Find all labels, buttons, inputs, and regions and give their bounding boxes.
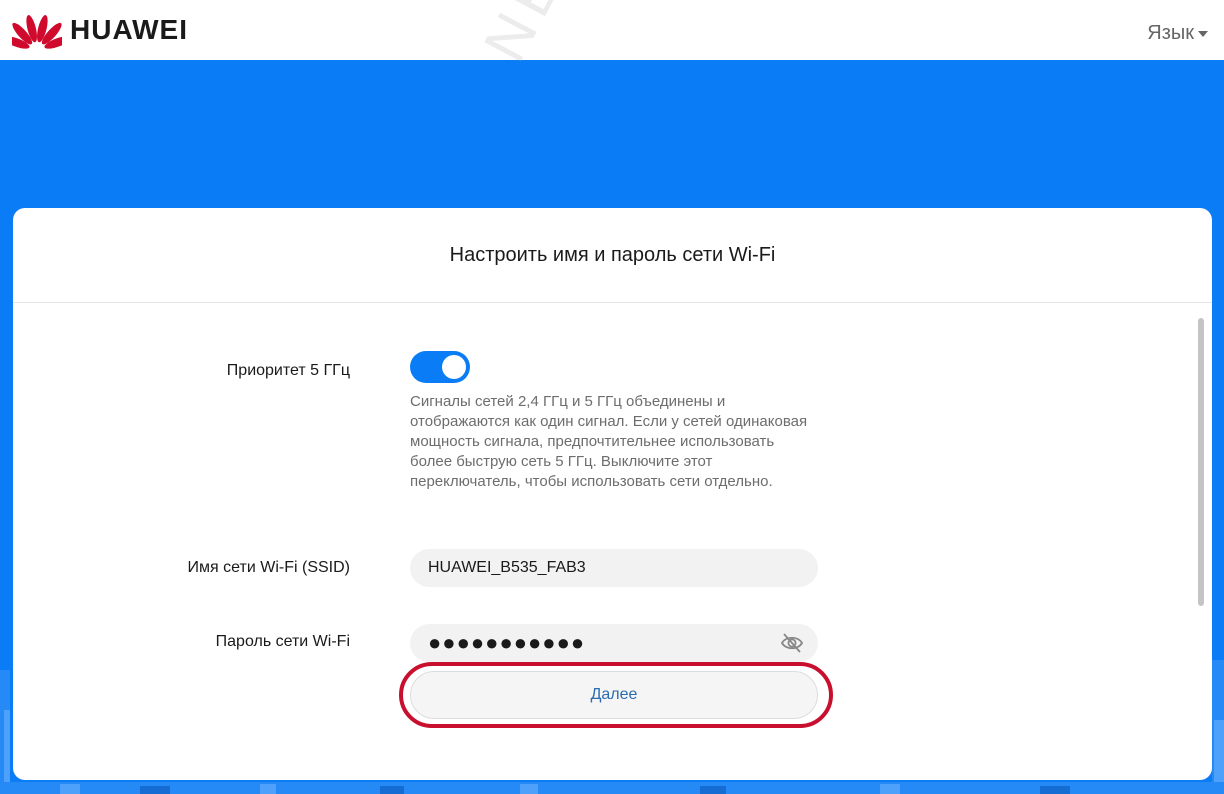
password-label: Пароль сети Wi-Fi	[215, 633, 350, 650]
ssid-field-wrapper	[410, 549, 818, 587]
password-field[interactable]: ●●●●●●●●●●●	[410, 624, 818, 662]
eye-slash-icon[interactable]	[780, 632, 804, 659]
priority-5ghz-label: Приоритет 5 ГГц	[226, 362, 350, 379]
top-bar: HUAWEI Язык	[0, 0, 1224, 60]
caret-down-icon	[1198, 30, 1208, 37]
scrollbar[interactable]	[1198, 318, 1204, 606]
highlight-annotation	[399, 662, 833, 728]
priority-5ghz-toggle[interactable]	[410, 351, 470, 383]
ssid-label: Имя сети Wi-Fi (SSID)	[187, 559, 350, 576]
wifi-setup-card: Настроить имя и пароль сети Wi-Fi Приори…	[13, 208, 1212, 780]
language-selector[interactable]: Язык	[1147, 22, 1208, 45]
language-label: Язык	[1147, 22, 1194, 44]
huawei-petal-icon	[12, 15, 62, 49]
toggle-knob	[442, 355, 466, 379]
card-title: Настроить имя и пароль сети Wi-Fi	[13, 208, 1212, 303]
ssid-input[interactable]	[428, 559, 800, 577]
huawei-logo[interactable]: HUAWEI	[12, 8, 188, 52]
password-masked-value: ●●●●●●●●●●●	[428, 630, 586, 655]
priority-5ghz-hint: Сигналы сетей 2,4 ГГц и 5 ГГц объединены…	[410, 393, 808, 490]
brand-name: HUAWEI	[70, 14, 188, 45]
